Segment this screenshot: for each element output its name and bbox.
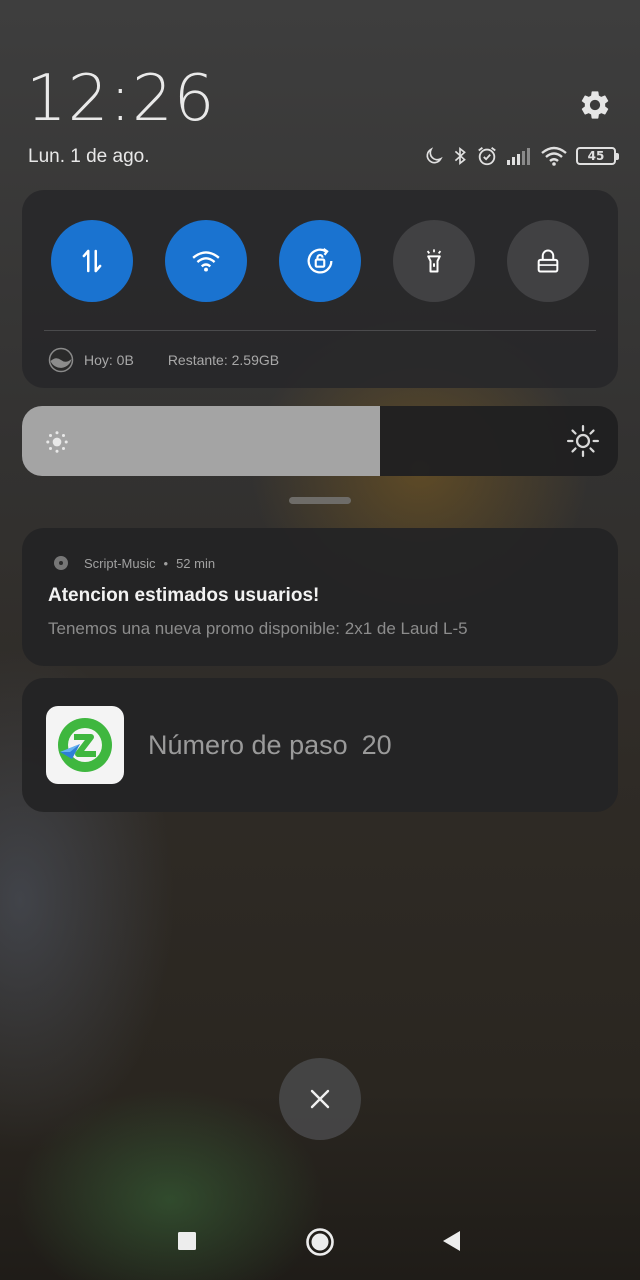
wifi-toggle[interactable]: [165, 220, 247, 302]
square-icon: [178, 1232, 196, 1250]
auto-rotate-toggle[interactable]: [279, 220, 361, 302]
data-usage-row[interactable]: Hoy: 0B Restante: 2.59GB: [48, 347, 280, 373]
flashlight-icon: [426, 249, 442, 273]
cellular-signal-icon: [507, 148, 530, 165]
battery-level: 45: [587, 149, 605, 163]
data-usage-today: Hoy: 0B: [84, 352, 134, 368]
step-count-label: Número de paso: [148, 730, 348, 760]
notification-card[interactable]: Script-Music • 52 min Atencion estimados…: [22, 528, 618, 666]
brightness-high-icon: [566, 424, 600, 458]
step-count-text: Número de paso 20: [148, 730, 392, 761]
music-app-icon: [59, 561, 63, 565]
brightness-low-icon: [46, 431, 68, 453]
status-bar-icons: 45: [424, 144, 619, 168]
data-usage-remaining: Restante: 2.59GB: [167, 352, 280, 368]
quick-settings-panel: Hoy: 0B Restante: 2.59GB: [22, 190, 618, 388]
notification-separator: •: [163, 555, 169, 571]
lock-screen-toggle[interactable]: [507, 220, 589, 302]
step-counter-logo-icon: [58, 718, 112, 772]
back-triangle-icon: [443, 1231, 460, 1251]
clock-time: 12:26: [26, 62, 216, 136]
mobile-data-toggle[interactable]: [51, 220, 133, 302]
app-icon: [54, 556, 68, 570]
lock-icon: [537, 249, 559, 273]
panel-drag-handle[interactable]: [289, 497, 351, 504]
wifi-icon: [541, 146, 567, 166]
brightness-slider[interactable]: [22, 406, 618, 476]
notification-app-name: Script-Music: [84, 555, 156, 571]
notification-body: Tenemos una nueva promo disponible: 2x1 …: [48, 619, 468, 638]
arrows-up-down-icon: [82, 249, 102, 273]
notification-title: Atencion estimados usuarios!: [48, 585, 320, 606]
date-label: Lun. 1 de ago.: [28, 146, 150, 167]
notification-time: 52 min: [176, 555, 216, 571]
rotation-lock-icon: [307, 248, 333, 274]
circle-icon: [306, 1228, 334, 1256]
settings-button[interactable]: [578, 88, 612, 122]
flashlight-toggle[interactable]: [393, 220, 475, 302]
home-button[interactable]: [304, 1226, 336, 1258]
clear-notifications-button[interactable]: [279, 1058, 361, 1140]
recents-button[interactable]: [174, 1228, 200, 1254]
brightness-slider-fill: [22, 406, 380, 476]
step-counter-app-icon: [46, 706, 124, 784]
back-button[interactable]: [438, 1228, 464, 1254]
wifi-icon: [192, 251, 220, 272]
battery-icon: 45: [576, 147, 619, 165]
bluetooth-icon: [454, 146, 466, 166]
step-counter-notification[interactable]: Número de paso 20: [22, 678, 618, 812]
alarm-icon: [478, 147, 496, 166]
data-usage-icon: [48, 347, 74, 373]
gear-icon: [581, 91, 609, 119]
step-count-value: 20: [361, 730, 392, 760]
notification-header: Script-Music • 52 min: [54, 554, 215, 572]
quick-settings-divider: [44, 330, 596, 331]
moon-icon: [426, 147, 443, 164]
close-icon: [310, 1089, 330, 1109]
